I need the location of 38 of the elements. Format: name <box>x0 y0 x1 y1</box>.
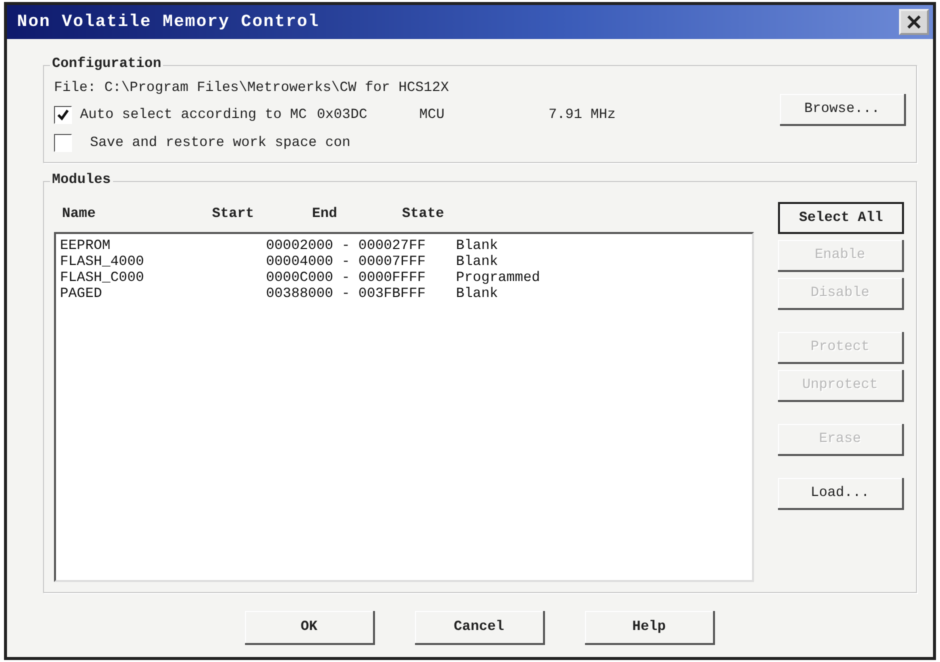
dialog-button[interactable]: Help <box>585 611 715 645</box>
table-cell: Blank <box>456 254 498 270</box>
mcu-label: MCU <box>419 107 444 123</box>
table-cell-text: 00002000 - 000027FF <box>266 238 427 254</box>
column-header[interactable]: State <box>402 206 444 222</box>
group-title: Configuration <box>50 56 164 72</box>
window-title: Non Volatile Memory Control <box>17 12 320 32</box>
table-cell-text: 00388000 - 003FBFFF <box>266 286 427 302</box>
table-cell-text: 00004000 - 00007FFF <box>266 254 427 270</box>
close-button[interactable] <box>899 9 929 35</box>
table-cell-text: EEPROM <box>60 238 112 254</box>
module-action-button[interactable]: Load... <box>778 478 904 510</box>
list-row[interactable]: PAGED 00388000 - 003FBFFF Blank <box>60 286 748 302</box>
auto-select-checkbox[interactable] <box>54 106 72 124</box>
mcu-id-value: 0x03DC <box>316 107 368 123</box>
list-row[interactable]: FLASH_C000 0000C000 - 0000FFFF Programmed <box>60 270 748 286</box>
table-cell: Programmed <box>456 270 540 286</box>
dialog-button[interactable]: OK <box>245 611 375 645</box>
checkbox-label: Auto select according to MC <box>80 107 307 123</box>
list-row[interactable]: EEPROM 00002000 - 000027FF Blank <box>60 238 748 254</box>
close-icon <box>905 13 923 31</box>
dialog-button[interactable]: Cancel <box>415 611 545 645</box>
table-cell: Blank <box>456 286 498 302</box>
browse-button[interactable]: Browse... <box>780 94 906 126</box>
module-action-button[interactable]: Select All <box>778 202 904 234</box>
save-restore-checkbox[interactable] <box>54 134 72 152</box>
table-cell-text: FLASH_4000 <box>60 254 146 270</box>
list-row[interactable]: FLASH_4000 00004000 - 00007FFF Blank <box>60 254 748 270</box>
frequency-value: 7.91 MHz <box>548 107 616 123</box>
table-cell-text: FLASH_C000 <box>60 270 146 286</box>
checkbox-label: Save and restore work space con <box>90 135 350 151</box>
file-path-label: File: C:\Program Files\Metrowerks\CW for HCS12X <box>54 80 450 96</box>
column-header[interactable]: Start <box>212 206 312 222</box>
table-cell-text: 0000C000 - 0000FFFF <box>266 270 427 286</box>
table-cell-text: PAGED <box>60 286 104 302</box>
table-cell: Blank <box>456 238 498 254</box>
column-header[interactable]: Name <box>62 206 212 222</box>
column-header[interactable]: End <box>312 206 402 222</box>
